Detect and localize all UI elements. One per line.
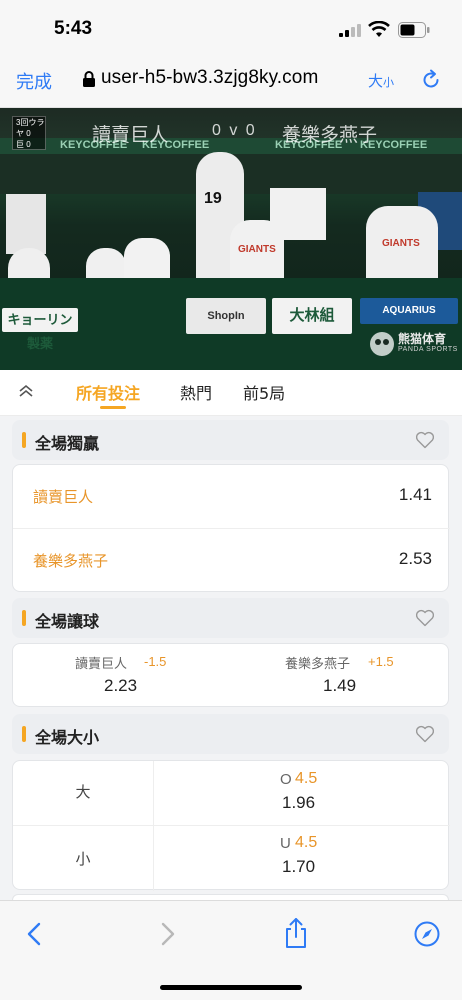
score-overlay: 讀賣巨人 0 v 0 養樂多燕子: [0, 120, 462, 146]
home-team-name: 讀賣巨人: [92, 124, 169, 146]
market-tabs: 所有投注 熱門 前5局: [0, 370, 462, 416]
moneyline-card: 讀賣巨人 1.41 養樂多燕子 2.53: [12, 464, 450, 592]
moneyline-header[interactable]: 全場獨贏: [12, 420, 449, 460]
away-team-name: 養樂多燕子: [282, 124, 378, 146]
lock-icon: [83, 71, 95, 87]
collapse-chevron-icon[interactable]: [18, 384, 34, 398]
odds-value: 1.41: [398, 485, 432, 504]
url-address[interactable]: user-h5-bw3.3zjg8ky.com: [101, 67, 318, 89]
handicap-card: 讀賣巨人 -1.5 2.23 養樂多燕子 +1.5 1.49: [12, 643, 449, 707]
handicap-option-home[interactable]: 讀賣巨人 -1.5 2.23: [13, 644, 231, 708]
ou-line: 4.5: [295, 834, 318, 851]
tab-all-bets[interactable]: 所有投注: [76, 380, 140, 404]
browser-url-bar: 完成 user-h5-bw3.3zjg8ky.com 大小: [0, 56, 462, 108]
reload-icon[interactable]: [420, 69, 442, 91]
team-name: 養樂多燕子: [33, 552, 109, 570]
text-size-small: 小: [383, 76, 395, 89]
odds-value: 1.70: [282, 857, 316, 876]
section-title: 全場獨贏: [35, 434, 100, 453]
odds-value: 2.23: [104, 676, 138, 695]
active-tab-indicator: [100, 406, 126, 409]
cellular-signal-icon: [339, 24, 361, 37]
under-option[interactable]: U 4.5 1.70: [154, 826, 450, 890]
ou-prefix: U: [280, 835, 291, 852]
watermark-text: 熊猫体育: [398, 332, 447, 346]
section-accent-bar: [22, 432, 26, 448]
handicap-header[interactable]: 全場讓球: [12, 598, 449, 638]
share-icon[interactable]: [283, 917, 309, 949]
jersey-text: GIANTS: [382, 238, 420, 249]
odds-value: 2.53: [398, 549, 432, 568]
text-size-big: 大: [368, 72, 384, 90]
favorite-heart-icon[interactable]: [415, 609, 435, 627]
live-video-player[interactable]: KEYCOFFEE KEYCOFFEE KEYCOFFEE KEYCOFFEE …: [0, 108, 462, 370]
section-accent-bar: [22, 610, 26, 626]
section-title: 全場讓球: [35, 612, 100, 631]
forward-icon[interactable]: [154, 921, 180, 947]
odds-row[interactable]: 讀賣巨人 1.41: [13, 465, 450, 528]
status-time: 5:43: [54, 18, 93, 39]
over-label: 大: [75, 783, 91, 801]
battery-icon: [398, 22, 430, 38]
jersey-number: 19: [204, 190, 222, 207]
watermark-subtext: PANDA SPORTS: [398, 346, 458, 353]
team-name: 養樂多燕子: [285, 657, 351, 672]
odds-value: 1.96: [282, 793, 316, 812]
ou-prefix: O: [280, 771, 292, 788]
wifi-icon: [368, 21, 390, 37]
odds-row[interactable]: 養樂多燕子 2.53: [13, 529, 450, 592]
tab-popular[interactable]: 熱門: [180, 380, 212, 404]
section-accent-bar: [22, 726, 26, 742]
side-board-left: [6, 194, 46, 254]
totals-card: 大 O 4.5 1.96 小 U 4.5 1.70: [12, 760, 450, 891]
text-size-button[interactable]: 大小: [368, 70, 394, 91]
team-name: 讀賣巨人: [75, 657, 128, 672]
home-indicator: [160, 985, 302, 990]
ou-line: 4.5: [295, 770, 318, 787]
handicap-option-away[interactable]: 養樂多燕子 +1.5 1.49: [231, 644, 450, 708]
totals-header[interactable]: 全場大小: [12, 714, 449, 754]
status-bar: 5:43: [0, 0, 462, 56]
back-icon[interactable]: [22, 921, 48, 947]
field-ad-board: AQUARIUS: [360, 298, 458, 324]
safari-compass-icon[interactable]: [414, 921, 440, 947]
favorite-heart-icon[interactable]: [415, 431, 435, 449]
field-ad-board: 大林組: [272, 298, 352, 334]
field-ad-board: ShopIn: [186, 298, 266, 334]
under-label: 小: [75, 850, 91, 868]
odds-value: 1.49: [323, 676, 357, 695]
handicap-line: -1.5: [144, 654, 167, 669]
handicap-line: +1.5: [368, 654, 394, 669]
done-button[interactable]: 完成: [16, 68, 52, 94]
field-ad-board: キョーリン製薬: [2, 308, 78, 351]
favorite-heart-icon[interactable]: [415, 725, 435, 743]
section-title: 全場大小: [35, 728, 100, 747]
jersey-text: GIANTS: [238, 244, 276, 255]
tab-first-5-innings[interactable]: 前5局: [243, 380, 285, 404]
over-option[interactable]: O 4.5 1.96: [154, 761, 450, 825]
match-score: 0 v 0: [212, 122, 257, 139]
team-name: 讀賣巨人: [33, 488, 94, 506]
